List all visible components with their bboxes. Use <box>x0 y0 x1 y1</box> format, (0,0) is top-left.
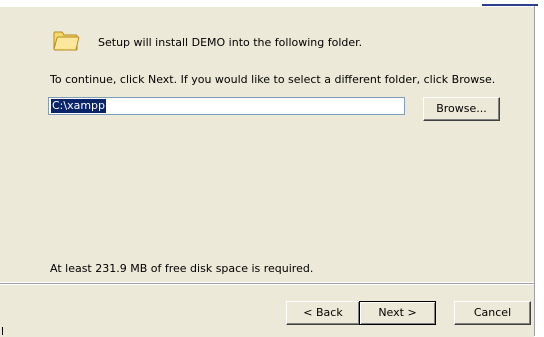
next-button[interactable]: Next > <box>359 301 436 325</box>
destination-folder-value: C:\xampp <box>51 99 107 113</box>
instructions-text: To continue, click Next. If you would li… <box>50 73 496 86</box>
disk-space-requirement: At least 231.9 MB of free disk space is … <box>50 262 314 275</box>
destination-folder-input[interactable]: C:\xampp <box>48 97 405 115</box>
cancel-button[interactable]: Cancel <box>454 301 531 325</box>
panel-edge <box>534 6 535 336</box>
browse-button[interactable]: Browse... <box>423 97 500 121</box>
edge-mark <box>2 327 3 335</box>
folder-icon <box>53 31 80 51</box>
setup-wizard-window: Setup will install DEMO into the followi… <box>0 0 540 337</box>
back-button[interactable]: < Back <box>286 301 360 325</box>
install-location-message: Setup will install DEMO into the followi… <box>98 36 363 49</box>
